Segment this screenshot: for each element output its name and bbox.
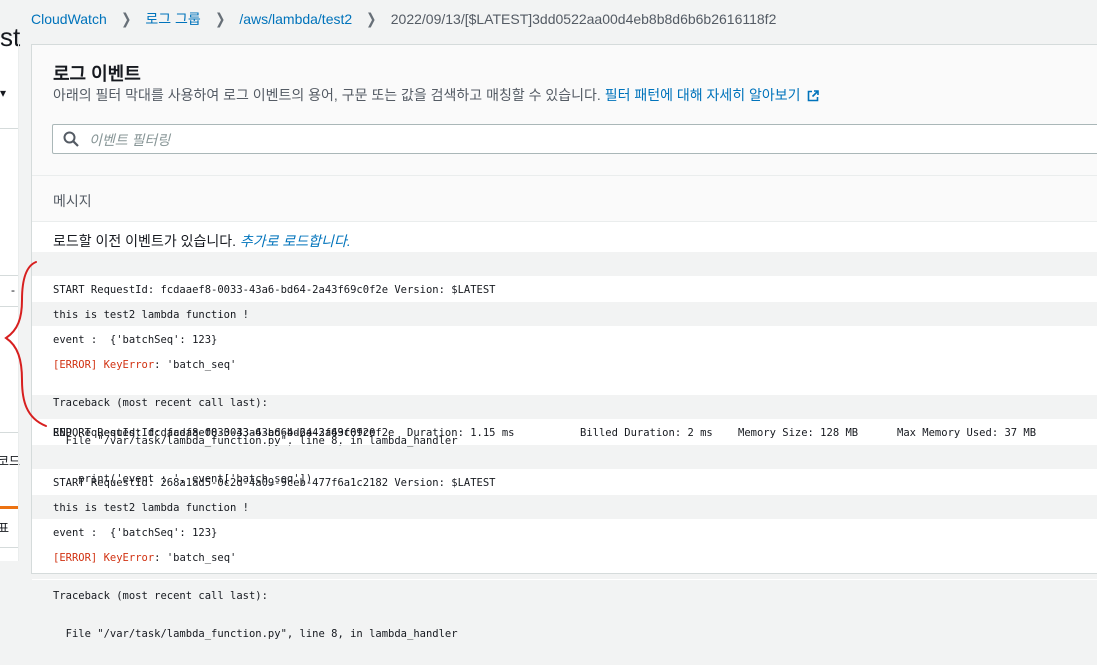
chevron-right-icon: ❯ (121, 11, 132, 28)
log-event-list: START RequestId: fcdaaef8-0033-43a6-bd64… (32, 252, 1097, 640)
log-events-panel: 로그 이벤트 아래의 필터 막대를 사용하여 로그 이벤트의 용어, 구문 또는… (31, 44, 1097, 640)
side-fragment-dash: - (11, 283, 15, 297)
side-fragment-pyo[interactable]: 표 (0, 519, 9, 536)
error-tag: [ERROR] (53, 359, 98, 371)
log-message-line: Traceback (most recent call last): (53, 590, 268, 602)
breadcrumb: CloudWatch ❯ 로그 그룹 ❯ /aws/lambda/test2 ❯… (0, 0, 1097, 38)
log-message-line: [ERROR] KeyError: 'batch_seq' (53, 551, 1089, 565)
chevron-right-icon: ❯ (366, 11, 377, 28)
log-event-row[interactable]: START RequestId: 268a1ad5-0c2d-4a09-9ceb… (32, 445, 1097, 489)
event-filter-box[interactable] (52, 124, 1097, 154)
log-event-row[interactable]: START RequestId: fcdaaef8-0033-43a6-bd64… (32, 252, 1097, 296)
log-event-row[interactable]: REPORT RequestId: fcdaaef8-0033-43a6-bd6… (32, 420, 1097, 445)
older-events-notice: 로드할 이전 이벤트가 있습니다. 추가로 로드합니다. (53, 231, 351, 251)
panel-description: 아래의 필터 막대를 사용하여 로그 이벤트의 용어, 구문 또는 값을 검색하… (53, 85, 819, 105)
learn-more-link[interactable]: 필터 패턴에 대해 자세히 알아보기 (605, 87, 819, 103)
divider (0, 275, 18, 276)
external-link-icon (807, 90, 819, 102)
breadcrumb-log-group[interactable]: /aws/lambda/test2 (239, 11, 352, 27)
breadcrumb-current-stream: 2022/09/13/[$LATEST]3dd0522aa00d4eb8b8d6… (390, 11, 777, 27)
log-message-line: File "/var/task/lambda_function.py", lin… (53, 628, 458, 640)
divider (0, 547, 18, 548)
log-message-line: [ERROR] KeyError: 'batch_seq' (53, 358, 1089, 372)
panel-title: 로그 이벤트 (53, 64, 141, 84)
breadcrumb-cloudwatch[interactable]: CloudWatch (31, 11, 107, 27)
error-detail: : 'batch_seq' (154, 552, 237, 564)
report-main: REPORT RequestId: fcdaaef8-0033-43a6-bd6… (53, 427, 515, 439)
learn-more-label: 필터 패턴에 대해 자세히 알아보기 (604, 87, 801, 103)
older-events-text: 로드할 이전 이벤트가 있습니다. (53, 233, 236, 249)
event-filter-input[interactable] (87, 128, 991, 152)
message-column-header[interactable]: 메시지 (32, 175, 1097, 222)
side-caret-icon: ▾ (0, 86, 7, 100)
search-icon (63, 131, 79, 147)
error-type: KeyError (103, 359, 155, 371)
breadcrumb-log-groups[interactable]: 로그 그룹 (145, 9, 200, 29)
divider (0, 306, 18, 307)
divider (0, 432, 18, 433)
report-max-memory: Max Memory Used: 37 MB (897, 427, 1037, 439)
column-message-label: 메시지 (53, 193, 92, 209)
active-tab-indicator (0, 506, 18, 509)
report-billed-duration: Billed Duration: 2 ms (580, 427, 713, 439)
divider (18, 38, 19, 561)
panel-description-text: 아래의 필터 막대를 사용하여 로그 이벤트의 용어, 구문 또는 값을 검색하… (53, 87, 601, 103)
report-memory-size: Memory Size: 128 MB (738, 427, 859, 439)
load-more-link[interactable]: 추가로 로드합니다. (240, 233, 351, 249)
error-tag: [ERROR] (53, 552, 98, 564)
panel-header (32, 45, 1097, 175)
chevron-right-icon: ❯ (215, 11, 226, 28)
side-panel-fragment (0, 38, 18, 561)
divider (0, 128, 18, 129)
error-detail: : 'batch_seq' (154, 359, 237, 371)
error-type: KeyError (103, 552, 155, 564)
